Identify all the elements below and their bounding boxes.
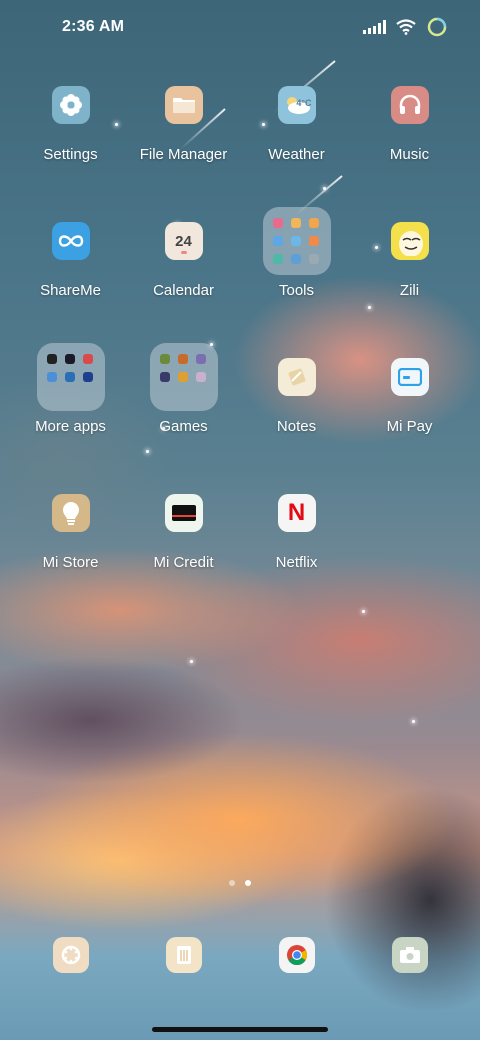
folder-icon — [164, 86, 203, 124]
messages-icon — [165, 937, 202, 973]
app-calendar[interactable]: 24 Calendar — [127, 222, 240, 299]
wifi-icon — [396, 19, 416, 35]
app-label: Netflix — [275, 554, 318, 571]
app-label: Weather — [268, 146, 325, 163]
status-bar: 2:36 AM — [0, 0, 480, 56]
charging-ring-icon — [427, 17, 447, 37]
app-shareme[interactable]: ShareMe — [14, 222, 127, 299]
page-dot-current[interactable] — [245, 880, 251, 886]
folder-games-icon — [149, 343, 218, 411]
app-row: More apps Games Notes Mi Pay — [0, 343, 480, 478]
weather-icon: 4°C — [277, 86, 316, 124]
app-label: Music — [389, 146, 430, 163]
app-zili[interactable]: Zili — [353, 222, 466, 299]
zili-face-icon — [390, 222, 429, 260]
app-row: Settings File Manager 4°C Weather Music — [0, 86, 480, 206]
folder-tools-icon — [262, 207, 331, 275]
dock-messages[interactable] — [127, 937, 240, 973]
app-tools-folder[interactable]: Tools — [240, 207, 353, 299]
calendar-date: 24 — [175, 232, 192, 250]
app-row: ShareMe 24 Calendar Tools Zili — [0, 207, 480, 342]
app-music[interactable]: Music — [353, 86, 466, 163]
app-label: Zili — [399, 282, 420, 299]
page-indicator — [0, 880, 480, 886]
signal-icon — [363, 20, 386, 34]
app-label: More apps — [35, 418, 106, 435]
app-label: Games — [159, 418, 208, 435]
weather-temp: 4°C — [296, 98, 312, 108]
camera-icon — [391, 937, 428, 973]
app-settings[interactable]: Settings — [14, 86, 127, 163]
app-label: Tools — [278, 282, 315, 299]
dock-phone[interactable] — [14, 937, 127, 973]
credit-card-icon — [164, 494, 203, 532]
netflix-n-icon: N — [277, 494, 316, 532]
status-time: 2:36 AM — [62, 18, 125, 35]
sparkle — [412, 720, 415, 723]
app-mi-credit[interactable]: Mi Credit — [127, 494, 240, 571]
app-notes[interactable]: Notes — [240, 358, 353, 435]
dock-camera[interactable] — [353, 937, 466, 973]
app-row: Mi Store Mi Credit N Netflix — [0, 494, 480, 614]
sparkle — [190, 660, 193, 663]
app-mi-store[interactable]: Mi Store — [14, 494, 127, 571]
calendar-icon: 24 — [164, 222, 203, 260]
app-mi-pay[interactable]: Mi Pay — [353, 358, 466, 435]
wallet-card-icon — [390, 358, 429, 396]
settings-flower-icon — [51, 86, 90, 124]
app-more-apps-folder[interactable]: More apps — [14, 343, 127, 435]
app-label: Settings — [43, 146, 98, 163]
app-weather[interactable]: 4°C Weather — [240, 86, 353, 163]
status-icons — [363, 16, 448, 38]
home-gesture-bar[interactable] — [152, 1027, 328, 1032]
app-file-manager[interactable]: File Manager — [127, 86, 240, 163]
dock-chrome[interactable] — [240, 937, 353, 973]
netflix-logo-letter: N — [287, 499, 306, 526]
calendar-dot — [180, 250, 187, 254]
folder-more-apps-icon — [36, 343, 105, 411]
app-label: Mi Credit — [153, 554, 214, 571]
bulb-store-icon — [51, 494, 90, 532]
app-netflix[interactable]: N Netflix — [240, 494, 353, 571]
chrome-icon — [278, 937, 315, 973]
app-label: File Manager — [139, 146, 228, 163]
app-label: ShareMe — [40, 282, 101, 299]
app-games-folder[interactable]: Games — [127, 343, 240, 435]
headphones-icon — [390, 86, 429, 124]
page-dot[interactable] — [229, 880, 235, 886]
app-label: Calendar — [153, 282, 214, 299]
app-label: Mi Store — [42, 554, 99, 571]
dock — [0, 937, 480, 977]
app-label: Mi Pay — [386, 418, 433, 435]
app-label: Notes — [276, 418, 317, 435]
infinity-icon — [51, 222, 90, 260]
phone-dialer-icon — [52, 937, 89, 973]
notes-icon — [277, 358, 316, 396]
